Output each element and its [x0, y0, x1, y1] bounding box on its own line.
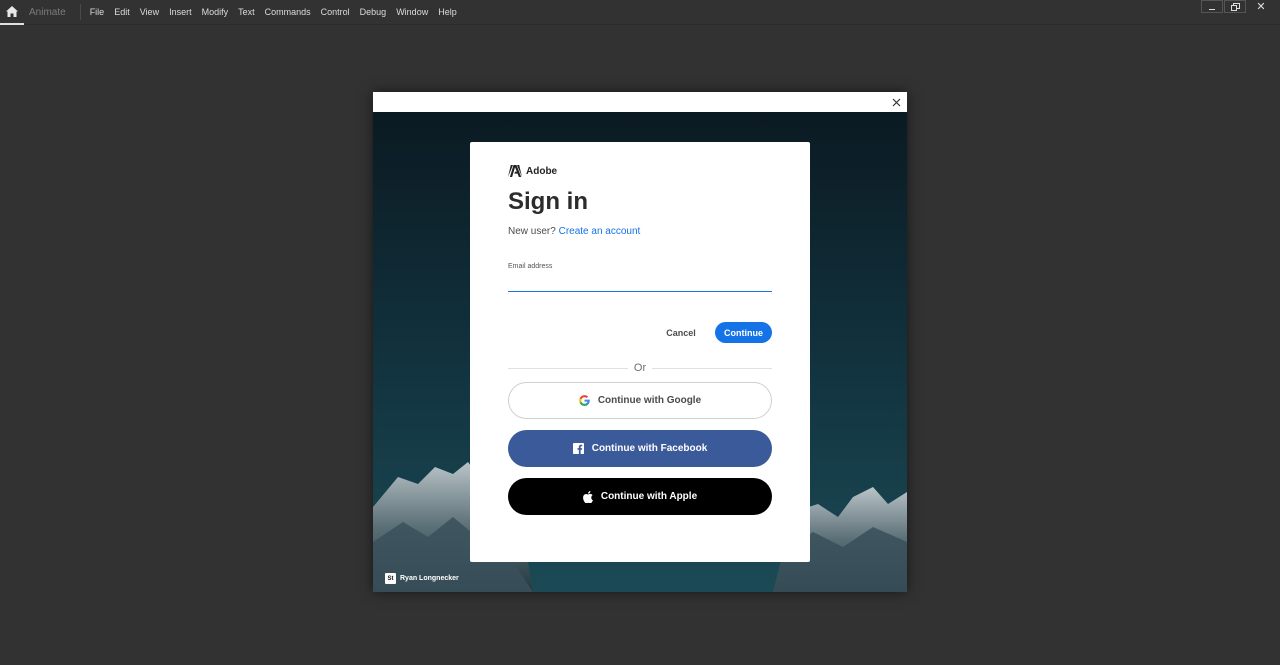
sign-in-dialog: St Ryan Longnecker Adobe Sign in New use…: [373, 92, 907, 592]
sign-in-card: Adobe Sign in New user? Create an accoun…: [470, 142, 810, 562]
menu-text[interactable]: Text: [233, 0, 260, 25]
divider-line: [508, 367, 628, 369]
close-icon: ✕: [1256, 1, 1266, 13]
menu-window[interactable]: Window: [391, 0, 433, 25]
continue-button[interactable]: Continue: [715, 322, 772, 343]
close-icon: [892, 98, 900, 106]
menu-file[interactable]: File: [85, 0, 110, 25]
adobe-logo-icon: [508, 165, 522, 177]
continue-with-facebook-button[interactable]: Continue with Facebook: [508, 430, 772, 467]
menu-modify[interactable]: Modify: [197, 0, 234, 25]
home-button[interactable]: [0, 0, 24, 25]
apple-icon: [582, 490, 593, 503]
divider-line: [652, 367, 773, 369]
email-field[interactable]: [508, 274, 772, 292]
photo-credit: St Ryan Longnecker: [385, 573, 459, 584]
google-icon: [578, 395, 590, 406]
menu-help[interactable]: Help: [433, 0, 462, 25]
menu-view[interactable]: View: [135, 0, 164, 25]
adobe-brand: Adobe: [508, 165, 557, 177]
photo-credit-name: Ryan Longnecker: [400, 575, 459, 582]
menu-bar: Animate File Edit View Insert Modify Tex…: [0, 0, 1280, 25]
create-account-link[interactable]: Create an account: [559, 226, 641, 237]
menu-divider: [79, 4, 81, 20]
facebook-icon: [572, 443, 584, 454]
window-close-button[interactable]: ✕: [1246, 0, 1276, 13]
apple-button-label: Continue with Apple: [600, 491, 698, 502]
menu-commands[interactable]: Commands: [260, 0, 316, 25]
menu-debug[interactable]: Debug: [355, 0, 392, 25]
cancel-button[interactable]: Cancel: [654, 322, 708, 343]
or-divider: Or: [508, 361, 773, 375]
stock-badge: St: [385, 573, 396, 584]
email-label: Email address: [508, 263, 553, 270]
menu-edit[interactable]: Edit: [109, 0, 135, 25]
google-button-label: Continue with Google: [597, 395, 702, 406]
new-user-text: New user?: [508, 226, 556, 237]
continue-with-google-button[interactable]: Continue with Google: [508, 382, 772, 419]
window-controls: ✕: [1200, 0, 1276, 13]
home-icon: [6, 5, 18, 17]
page-title: Sign in: [508, 188, 588, 215]
restore-button[interactable]: [1224, 0, 1246, 13]
facebook-button-label: Continue with Facebook: [591, 443, 708, 454]
dialog-titlebar: [373, 92, 907, 112]
continue-with-apple-button[interactable]: Continue with Apple: [508, 478, 772, 515]
new-user-line: New user? Create an account: [508, 226, 640, 237]
brand-name: Adobe: [526, 165, 558, 177]
app-name: Animate: [29, 6, 66, 18]
menu-insert[interactable]: Insert: [164, 0, 197, 25]
minimize-icon: [1209, 8, 1215, 10]
dialog-close-button[interactable]: [889, 95, 903, 109]
minimize-button[interactable]: [1201, 0, 1223, 13]
menu-control[interactable]: Control: [316, 0, 355, 25]
or-text: Or: [633, 362, 647, 374]
restore-icon: [1230, 2, 1240, 11]
